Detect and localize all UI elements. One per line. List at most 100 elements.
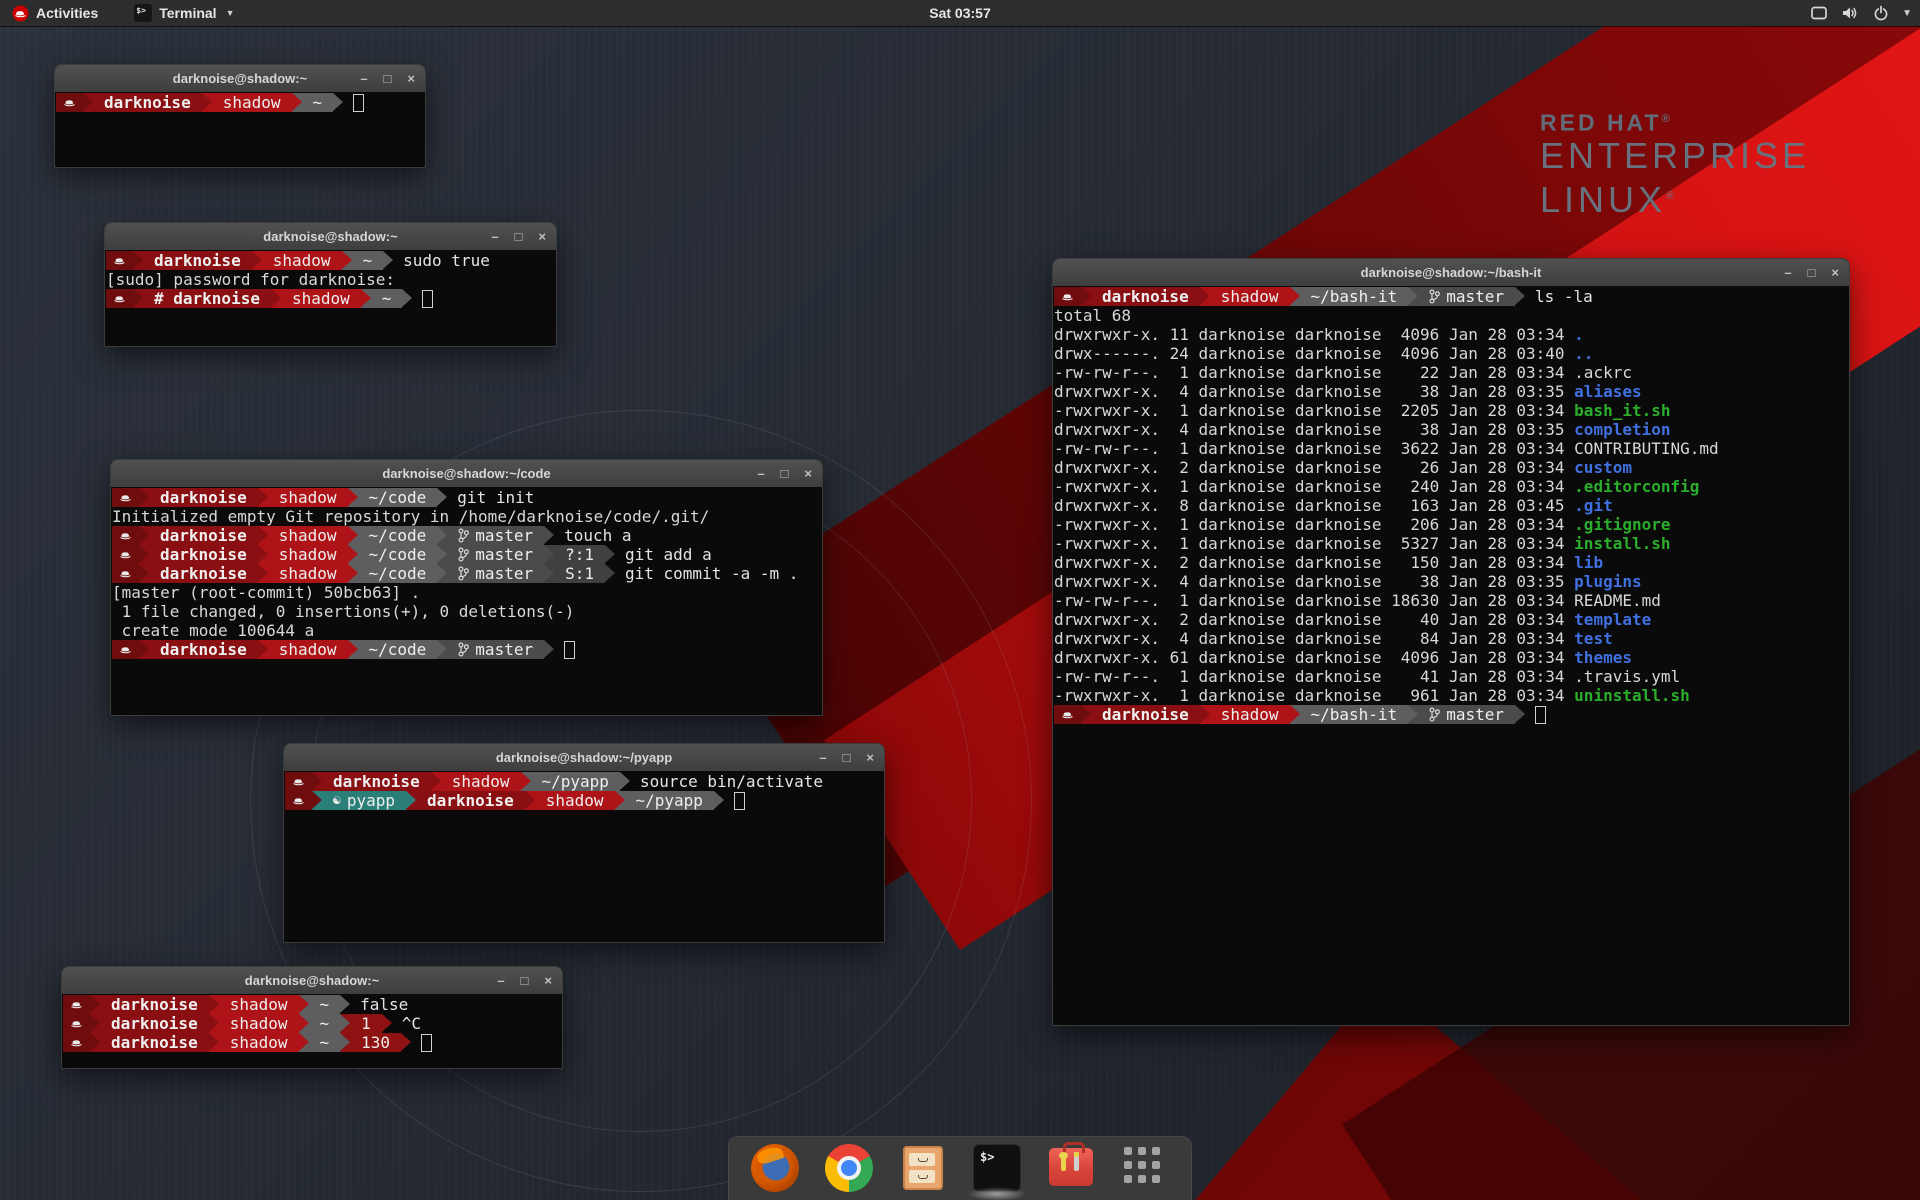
dock-item-firefox[interactable]	[751, 1144, 799, 1194]
minimize-button[interactable]: –	[491, 230, 498, 243]
minimize-button[interactable]: –	[757, 467, 764, 480]
window-titlebar[interactable]: darknoise@shadow:~/code–□×	[111, 460, 822, 488]
prompt-line: darknoiseshadow~/codemastertouch a	[112, 526, 822, 545]
minimize-button[interactable]: –	[360, 72, 367, 85]
maximize-button[interactable]: □	[521, 974, 529, 987]
command-text: source bin/activate	[630, 772, 823, 791]
file-name: README.md	[1574, 591, 1661, 610]
powerline-separator	[406, 791, 416, 810]
window-titlebar[interactable]: darknoise@shadow:~/pyapp–□×	[284, 744, 884, 772]
powerline-separator	[544, 545, 554, 564]
python-icon: ☯	[333, 791, 341, 810]
git-branch-icon	[458, 528, 469, 543]
minimize-button[interactable]: –	[819, 751, 826, 764]
close-button[interactable]: ×	[544, 974, 552, 987]
close-button[interactable]: ×	[866, 751, 874, 764]
terminal-body[interactable]: darknoiseshadow~falsedarknoiseshadow~1^C…	[62, 994, 562, 1068]
activities-button[interactable]: Activities	[0, 0, 110, 26]
focused-app-name: Terminal	[159, 5, 216, 21]
maximize-button[interactable]: □	[781, 467, 789, 480]
dock-item-toolbox[interactable]	[1047, 1144, 1095, 1194]
terminal-body[interactable]: darknoiseshadow~sudo true[sudo] password…	[105, 250, 556, 346]
powerline-separator	[252, 251, 262, 270]
powerline-separator	[292, 93, 302, 112]
terminal-body[interactable]: darknoiseshadow~/pyappsource bin/activat…	[284, 771, 884, 942]
system-status-area[interactable]: ▼	[1810, 0, 1912, 26]
prompt-segment-git: master	[447, 545, 544, 564]
prompt-segment-hat	[106, 289, 133, 308]
file-name: completion	[1574, 420, 1670, 439]
powerline-separator	[1081, 287, 1091, 306]
dock-item-chrome[interactable]	[825, 1144, 873, 1194]
maximize-button[interactable]: □	[1808, 266, 1816, 279]
command-text: touch a	[554, 526, 631, 545]
command-text: false	[350, 995, 408, 1014]
output-line: total 68	[1054, 306, 1849, 325]
rhel-logo: RED HAT® ENTERPRISE LINUX®	[1540, 106, 1810, 220]
powerline-separator	[437, 545, 447, 564]
prompt-segment-path: ~	[309, 995, 341, 1014]
git-branch-icon	[458, 642, 469, 657]
terminal-body[interactable]: darknoiseshadow~/codegit initInitialized…	[111, 487, 822, 715]
terminal-body[interactable]: darknoiseshadow~	[55, 92, 425, 167]
maximize-button[interactable]: □	[384, 72, 392, 85]
dock-item-terminal[interactable]: $>	[973, 1144, 1021, 1194]
window-titlebar[interactable]: darknoise@shadow:~– □ ×	[105, 223, 556, 251]
prompt-segment-host: shadow	[281, 289, 361, 308]
close-button[interactable]: ×	[407, 72, 415, 85]
power-icon	[1873, 5, 1889, 21]
prompt-segment-hat	[56, 93, 83, 112]
powerline-separator	[382, 1014, 392, 1033]
window-titlebar[interactable]: darknoise@shadow:~/bash-it–□×	[1053, 259, 1849, 287]
ls-row: -rwxrwxr-x. 1 darknoise darknoise 240 Ja…	[1054, 477, 1849, 496]
redhat-icon	[119, 549, 132, 560]
terminal-window-home[interactable]: darknoise@shadow:~–□×darknoiseshadow~	[54, 64, 426, 168]
chevron-down-icon: ▼	[1902, 8, 1912, 19]
close-button[interactable]: ×	[804, 467, 812, 480]
minimize-button[interactable]: –	[1784, 266, 1791, 279]
dock-item-files[interactable]	[899, 1144, 947, 1194]
close-button[interactable]: ×	[538, 230, 546, 243]
prompt-segment-host: shadow	[268, 526, 348, 545]
maximize-button[interactable]: □	[515, 230, 523, 243]
output-line: [sudo] password for darknoise:	[106, 270, 556, 289]
terminal-window-bashit[interactable]: darknoise@shadow:~/bash-it–□×darknoisesh…	[1052, 258, 1850, 1026]
prompt-segment-hat	[285, 791, 312, 810]
ls-row: -rw-rw-r--. 1 darknoise darknoise 3622 J…	[1054, 439, 1849, 458]
prompt-segment-path: ~/bash-it	[1300, 705, 1409, 724]
minimize-button[interactable]: –	[497, 974, 504, 987]
prompt-segment-exit: 130	[350, 1033, 401, 1052]
terminal-cursor	[421, 1034, 432, 1052]
window-title: darknoise@shadow:~	[105, 229, 556, 244]
terminal-window-sudo[interactable]: darknoise@shadow:~– □ × darknoiseshadow~sud…	[104, 222, 557, 347]
output-line: [master (root-commit) 50bcb63] .	[112, 583, 822, 602]
file-name: lib	[1574, 553, 1603, 572]
powerline-separator	[90, 1014, 100, 1033]
maximize-button[interactable]: □	[843, 751, 851, 764]
dock-item-app-grid[interactable]	[1121, 1144, 1169, 1194]
terminal-window-pyapp[interactable]: darknoise@shadow:~/pyapp–□×darknoiseshad…	[283, 743, 885, 943]
terminal-window-exitcodes[interactable]: darknoise@shadow:~–□×darknoiseshadow~fal…	[61, 966, 563, 1069]
ls-row: drwxrwxr-x. 2 darknoise darknoise 40 Jan…	[1054, 610, 1849, 629]
prompt-segment-user: darknoise	[93, 93, 202, 112]
running-app-glow	[967, 1187, 1027, 1200]
terminal-body[interactable]: darknoiseshadow~/bash-itmasterls -latota…	[1053, 286, 1849, 1025]
powerline-separator	[312, 772, 322, 791]
redhat-icon	[70, 999, 83, 1010]
window-titlebar[interactable]: darknoise@shadow:~–□×	[55, 65, 425, 93]
window-titlebar[interactable]: darknoise@shadow:~–□×	[62, 967, 562, 995]
powerline-separator	[348, 488, 358, 507]
powerline-separator	[431, 772, 441, 791]
close-button[interactable]: ×	[1831, 266, 1839, 279]
clock[interactable]: Sat 03:57	[929, 5, 990, 21]
prompt-segment-host: shadow	[268, 545, 348, 564]
prompt-segment-path: ~/code	[358, 545, 438, 564]
rhel-logo-line1: RED HAT®	[1540, 106, 1810, 136]
powerline-separator	[258, 526, 268, 545]
powerline-separator	[348, 526, 358, 545]
prompt-segment-path: ~/code	[358, 526, 438, 545]
focused-app-menu[interactable]: $> Terminal ▼	[124, 0, 244, 26]
terminal-window-code[interactable]: darknoise@shadow:~/code–□×darknoiseshado…	[110, 459, 823, 716]
ls-row: -rw-rw-r--. 1 darknoise darknoise 41 Jan…	[1054, 667, 1849, 686]
powerline-separator	[437, 564, 447, 583]
